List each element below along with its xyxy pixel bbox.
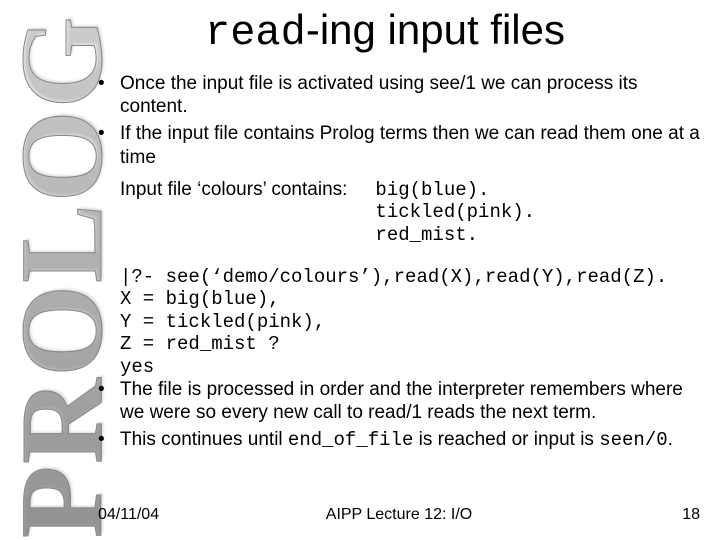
footer-lecture-title: AIPP Lecture 12: I/O <box>98 506 700 524</box>
input-file-contents: big(blue). tickled(pink). red_mist. <box>375 179 535 246</box>
inline-code-end-of-file: end_of_file <box>288 429 413 451</box>
bullet-text-mid: is reached or input is <box>413 429 599 450</box>
slide: PROLOG read-ing input files Once the inp… <box>0 0 720 540</box>
bullet-item: This continues until end_of_file is reac… <box>98 428 700 452</box>
bullet-text-pre: This continues until <box>120 429 288 450</box>
bullet-item: Once the input file is activated using s… <box>98 72 700 118</box>
title-rest: -ing input files <box>306 6 565 53</box>
footer-page-number: 18 <box>682 506 700 524</box>
input-file-row: Input file ‘colours’ contains: big(blue)… <box>120 179 700 246</box>
code-line: X = big(blue), <box>120 288 280 310</box>
slide-body: Once the input file is activated using s… <box>98 72 700 456</box>
input-file-label: Input file ‘colours’ contains: <box>120 179 347 201</box>
code-line: tickled(pink). <box>375 201 535 223</box>
bullet-item: If the input file contains Prolog terms … <box>98 122 700 168</box>
slide-footer: 04/11/04 AIPP Lecture 12: I/O 18 <box>98 506 700 524</box>
footer-date: 04/11/04 <box>98 506 159 524</box>
title-mono-part: read <box>205 9 306 57</box>
bottom-bullet-list: The file is processed in order and the i… <box>98 378 700 453</box>
slide-title: read-ing input files <box>60 6 710 57</box>
bullet-text-post: . <box>668 429 673 450</box>
code-line: yes <box>120 356 154 378</box>
code-line: |?- see(‘demo/colours’),read(X),read(Y),… <box>120 266 667 288</box>
bullet-item: The file is processed in order and the i… <box>98 378 700 424</box>
code-line: red_mist. <box>375 224 535 246</box>
query-block: |?- see(‘demo/colours’),read(X),read(Y),… <box>120 266 700 378</box>
code-line: Z = red_mist ? <box>120 333 280 355</box>
inline-code-seen: seen/0 <box>599 429 667 451</box>
top-bullet-list: Once the input file is activated using s… <box>98 72 700 169</box>
bullet-text: The file is processed in order and the i… <box>120 379 683 423</box>
code-line: Y = tickled(pink), <box>120 311 325 333</box>
code-line: big(blue). <box>375 179 535 201</box>
